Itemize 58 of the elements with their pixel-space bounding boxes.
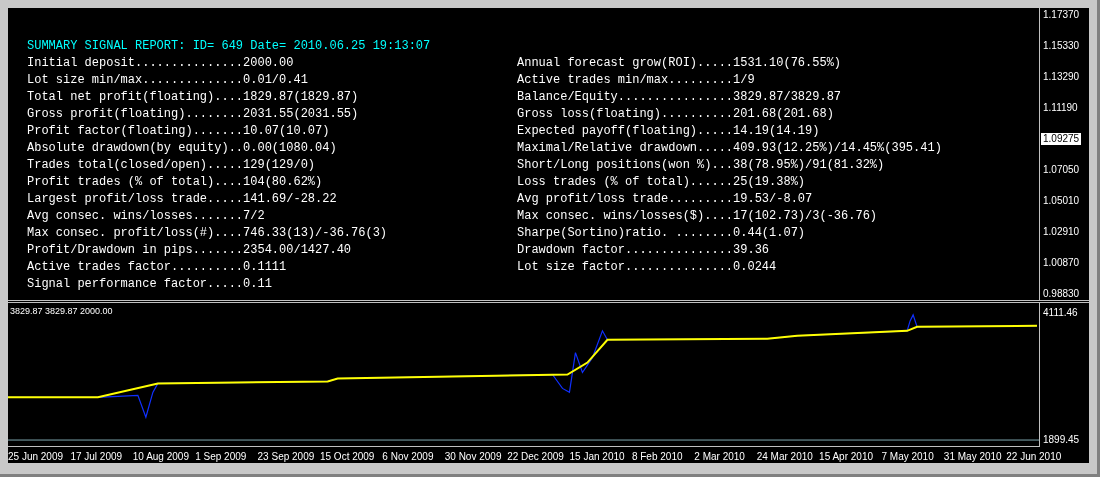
date-label: 15 Apr 2010 — [819, 451, 873, 462]
date-label: 2 Mar 2010 — [694, 451, 745, 462]
report-line: Loss trades (% of total)......25(19.38%) — [517, 174, 807, 191]
price-label: 1.05010 — [1043, 195, 1081, 207]
report-line: Signal performance factor.....0.11 — [27, 276, 273, 293]
date-label: 8 Feb 2010 — [631, 451, 683, 462]
report-line: Lot size factor...............0.0244 — [517, 259, 778, 276]
report-line: Total net profit(floating)....1829.87(1829.87) — [27, 89, 360, 106]
price-label: 1.17370 — [1043, 9, 1081, 21]
scale-min-label: 1899.45 — [1043, 434, 1081, 445]
date-label: 10 Aug 2009 — [132, 451, 189, 462]
date-label: 30 Nov 2009 — [444, 451, 502, 462]
price-label: 0.98830 — [1043, 288, 1081, 300]
report-line: Max consec. profit/loss(#)....746.33(13)/-36.76(3) — [27, 225, 389, 242]
report-line: Sharpe(Sortino)ratio. ........0.44(1.07) — [517, 225, 807, 242]
report-line: Active trades factor..........0.1111 — [27, 259, 288, 276]
report-line: Balance/Equity................3829.87/3829.87 — [517, 89, 843, 106]
report-line: Max consec. wins/losses($)....17(102.73)/3(-36.76) — [517, 208, 879, 225]
date-label: 6 Nov 2009 — [382, 451, 434, 462]
date-label: 31 May 2010 — [943, 451, 1002, 462]
date-label: 23 Sep 2009 — [257, 451, 315, 462]
date-label: 22 Dec 2009 — [507, 451, 564, 462]
price-label: 1.15330 — [1043, 40, 1081, 52]
report-line: Drawdown factor...............39.36 — [517, 242, 771, 259]
date-label: 17 Jul 2009 — [70, 451, 123, 462]
report-line: Trades total(closed/open).....129(129/0) — [27, 157, 317, 174]
report-title: SUMMARY SIGNAL REPORT: ID= 649 Date= 2010.06.25 19:13:07 — [27, 38, 432, 55]
report-line: Avg consec. wins/losses.......7/2 — [27, 208, 266, 225]
date-label: 24 Mar 2010 — [756, 451, 813, 462]
equity-header: 3829.87 3829.87 2000.00 — [10, 306, 113, 316]
price-label: 1.13290 — [1043, 71, 1081, 83]
price-label: 1.02910 — [1043, 226, 1081, 238]
date-label: 25 Jun 2009 — [8, 451, 64, 462]
price-label: 1.00870 — [1043, 257, 1081, 269]
date-label: 1 Sep 2009 — [195, 451, 247, 462]
report-line: Active trades min/max.........1/9 — [517, 72, 756, 89]
current-price-label: 1.09275 — [1041, 133, 1082, 145]
price-label: 1.11190 — [1043, 102, 1079, 114]
date-label: 22 Jun 2010 — [1006, 451, 1062, 462]
report-line: Largest profit/loss trade.....141.69/-28.22 — [27, 191, 338, 208]
date-label: 15 Jan 2010 — [569, 451, 625, 462]
report-line: Expected payoff(floating).....14.19(14.19) — [517, 123, 821, 140]
report-line: Annual forecast grow(ROI).....1531.10(76.55%) — [517, 55, 843, 72]
date-label: 15 Oct 2009 — [319, 451, 375, 462]
report-line: Absolute drawdown(by equity)..0.00(1080.04) — [27, 140, 338, 157]
report-line: Initial deposit...............2000.00 — [27, 55, 295, 72]
report-line: Gross loss(floating)..........201.68(201.68) — [517, 106, 835, 123]
report-line: Profit factor(floating).......10.07(10.07) — [27, 123, 331, 140]
report-line: Lot size min/max..............0.01/0.41 — [27, 72, 309, 89]
date-label: 7 May 2010 — [881, 451, 934, 462]
scale-max-label: 4111.46 — [1043, 307, 1079, 318]
report-line: Maximal/Relative drawdown.....409.93(12.25%)/14.45%(395.41) — [517, 140, 943, 157]
price-label: 1.07050 — [1043, 164, 1081, 176]
report-line: Profit/Drawdown in pips.......2354.00/1427.40 — [27, 242, 353, 259]
report-line: Avg profit/loss trade.........19.53/-8.07 — [517, 191, 814, 208]
report-line: Gross profit(floating)........2031.55(2031.55) — [27, 106, 360, 123]
report-line: Short/Long positions(won %)...38(78.95%)/91(81.32%) — [517, 157, 886, 174]
report-line: Profit trades (% of total)....104(80.62%) — [27, 174, 324, 191]
